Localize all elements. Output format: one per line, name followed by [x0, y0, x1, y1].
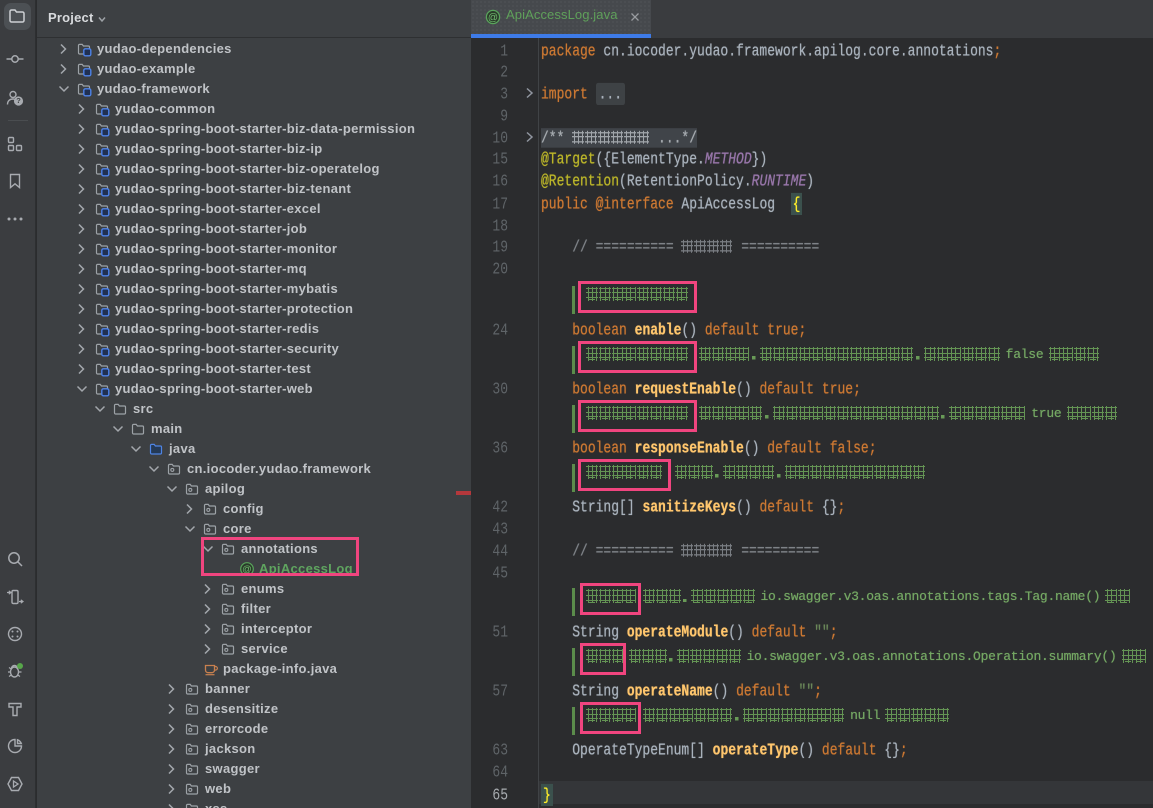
svg-text:@: @: [488, 12, 498, 23]
svg-text:?: ?: [16, 96, 21, 105]
